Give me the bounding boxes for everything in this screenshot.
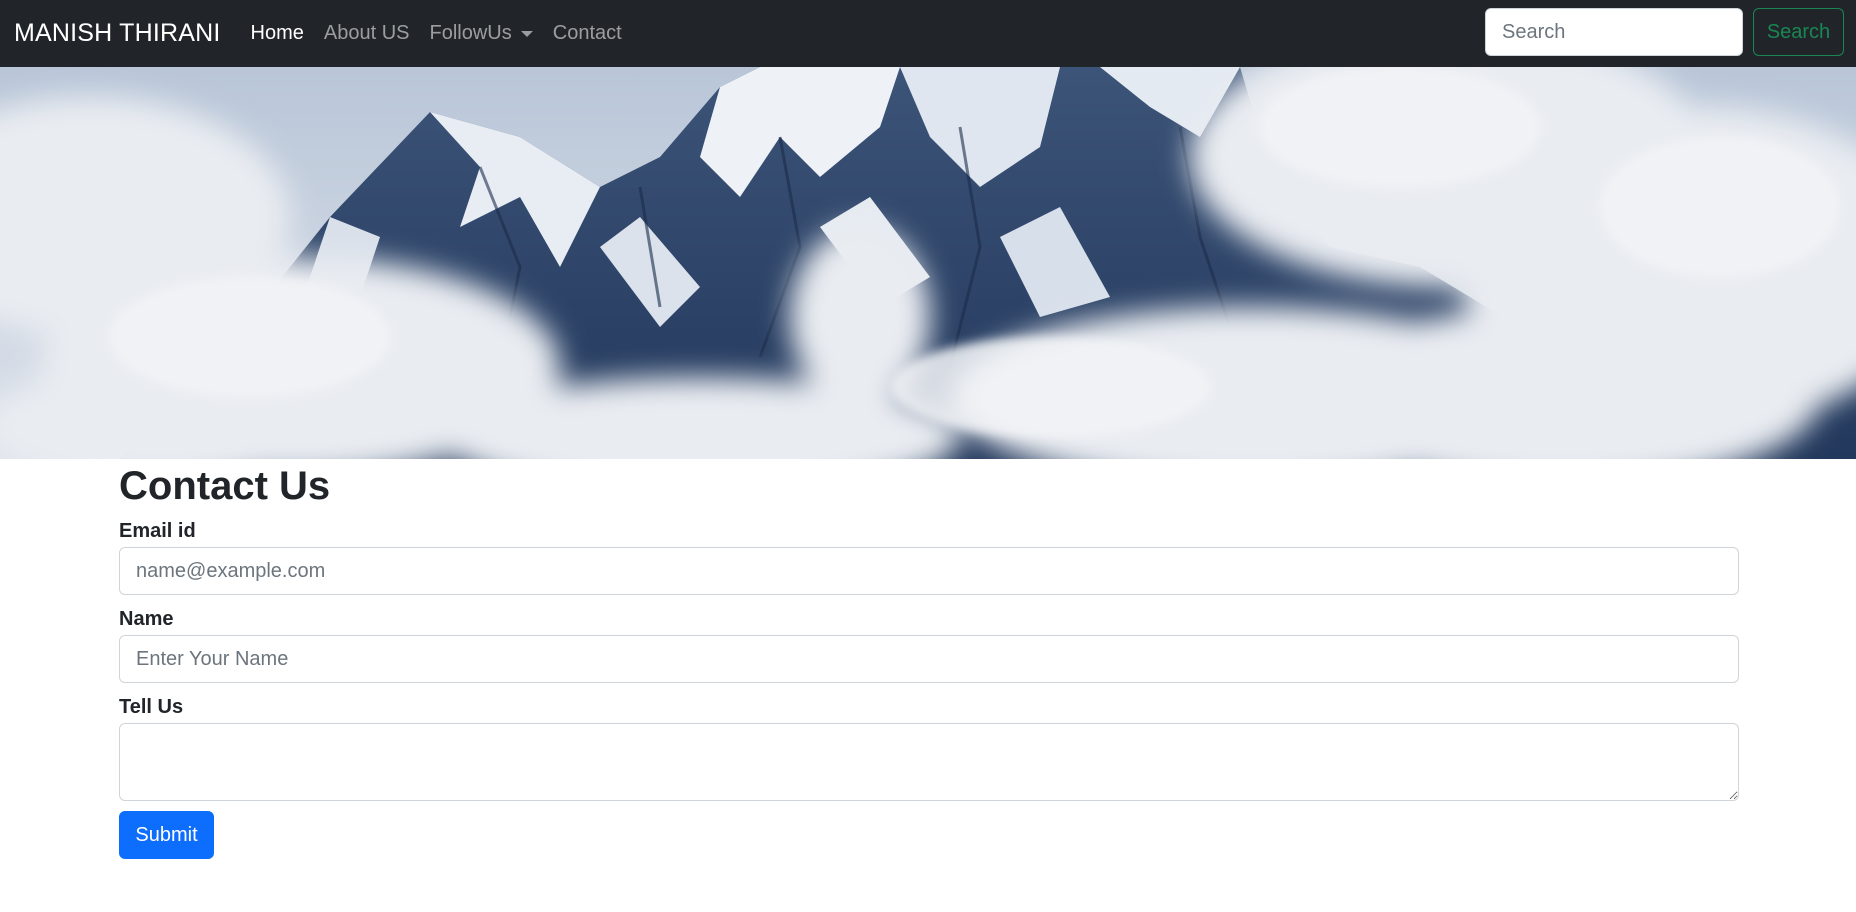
nav-dropdown-followus[interactable]: FollowUs xyxy=(430,22,533,45)
email-label: Email id xyxy=(119,520,196,542)
contact-section: Contact Us Email id Name Tell Us Submit xyxy=(119,459,1739,859)
name-field[interactable] xyxy=(119,635,1739,683)
hero-mountain-image xyxy=(0,67,1856,459)
search-form: Search xyxy=(1485,8,1844,56)
message-textarea[interactable] xyxy=(119,723,1739,801)
top-navbar: MANISH THIRANI Home About US FollowUs Co… xyxy=(0,0,1856,67)
brand-link[interactable]: MANISH THIRANI xyxy=(14,19,221,48)
nav-link-home[interactable]: Home xyxy=(251,22,304,45)
name-label: Name xyxy=(119,608,174,630)
page-title: Contact Us xyxy=(119,464,331,508)
nav-dropdown-followus-label: FollowUs xyxy=(429,22,512,44)
message-label: Tell Us xyxy=(119,696,184,718)
nav-link-contact[interactable]: Contact xyxy=(553,22,622,45)
chevron-down-icon xyxy=(520,30,533,37)
search-input[interactable] xyxy=(1485,8,1743,56)
search-button[interactable]: Search xyxy=(1753,8,1844,56)
submit-button[interactable]: Submit xyxy=(119,811,214,859)
nav-link-about-us[interactable]: About US xyxy=(324,22,410,45)
email-field[interactable] xyxy=(119,547,1739,595)
